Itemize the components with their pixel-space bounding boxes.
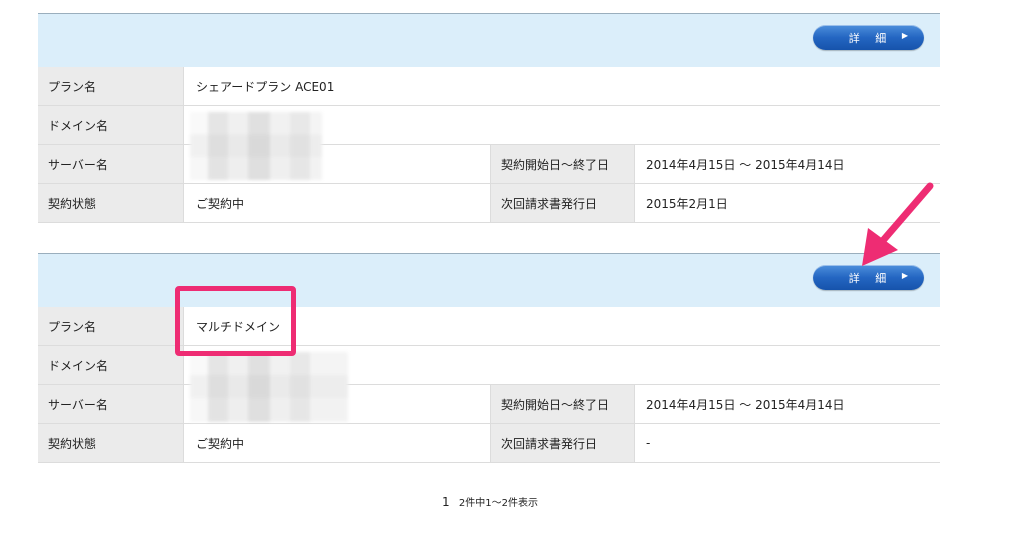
plan-value: マルチドメイン: [196, 319, 281, 334]
contract-header: 詳 細 ▶: [38, 253, 940, 307]
domain-row: ドメイン名: [38, 106, 940, 145]
status-row: 契約状態 ご契約中 次回請求書発行日 2015年2月1日: [38, 184, 940, 223]
pagination: 1 2件中1〜2件表示: [0, 494, 980, 509]
redacted-mosaic: [190, 112, 322, 180]
period-value: 2014年4月15日 〜 2015年4月14日: [646, 397, 845, 412]
plan-value: シェアードプラン ACE01: [196, 79, 335, 94]
plan-row: プラン名 シェアードプラン ACE01: [38, 67, 940, 106]
domain-label: ドメイン名: [38, 346, 184, 384]
detail-button[interactable]: 詳 細 ▶: [813, 25, 924, 50]
status-label: 契約状態: [38, 424, 184, 462]
server-label: サーバー名: [38, 385, 184, 423]
next-invoice-label: 次回請求書発行日: [490, 424, 635, 462]
status-value: ご契約中: [196, 196, 245, 211]
plan-label: プラン名: [38, 67, 184, 105]
contract-block-1: 詳 細 ▶ プラン名 シェアードプラン ACE01 ドメイン名 サーバー名 契約…: [38, 13, 940, 223]
page-number[interactable]: 1: [442, 495, 450, 509]
next-invoice-value: -: [646, 436, 651, 450]
pink-arrow-icon: [862, 182, 934, 266]
server-row: サーバー名 契約開始日〜終了日 2014年4月15日 〜 2015年4月14日: [38, 385, 940, 424]
server-row: サーバー名 契約開始日〜終了日 2014年4月15日 〜 2015年4月14日: [38, 145, 940, 184]
contract-block-2: 詳 細 ▶ プラン名 マルチドメイン ドメイン名 サーバー名 契約開始日〜終了日…: [38, 253, 940, 463]
domain-row: ドメイン名: [38, 346, 940, 385]
period-label: 契約開始日〜終了日: [490, 145, 635, 183]
status-label: 契約状態: [38, 184, 184, 222]
contract-header: 詳 細 ▶: [38, 13, 940, 67]
triangle-right-icon: ▶: [901, 31, 908, 40]
redacted-mosaic: [190, 352, 348, 422]
highlight-annotation: [175, 286, 296, 356]
status-value: ご契約中: [196, 436, 245, 451]
plan-label: プラン名: [38, 307, 184, 345]
detail-button-label: 詳 細: [848, 31, 893, 45]
plan-row: プラン名 マルチドメイン: [38, 307, 940, 346]
domain-label: ドメイン名: [38, 106, 184, 144]
status-row: 契約状態 ご契約中 次回請求書発行日 -: [38, 424, 940, 463]
period-label: 契約開始日〜終了日: [490, 385, 635, 423]
next-invoice-label: 次回請求書発行日: [490, 184, 635, 222]
page-summary: 2件中1〜2件表示: [458, 498, 538, 509]
server-label: サーバー名: [38, 145, 184, 183]
